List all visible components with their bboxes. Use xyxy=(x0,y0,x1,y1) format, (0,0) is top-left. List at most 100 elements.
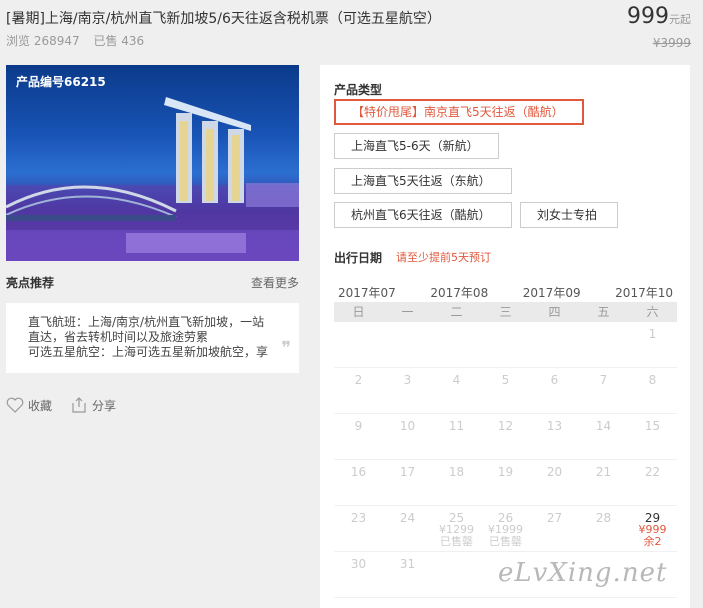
favorite-button[interactable]: 收藏 xyxy=(6,396,52,414)
marina-bay-illustration xyxy=(6,97,299,261)
calendar-day: 22 xyxy=(628,460,677,506)
favorite-label: 收藏 xyxy=(28,398,53,413)
heart-icon xyxy=(6,397,24,413)
option-hangzhou-6day[interactable]: 杭州直飞6天往返（酷航） xyxy=(334,202,512,228)
action-bar: 收藏 分享 xyxy=(6,396,116,414)
recommend-box: 直飞航班：上海/南京/杭州直飞新加坡，一站 直达，省去转机时间以及旅途劳累 可选… xyxy=(6,303,299,373)
day-number: 20 xyxy=(546,465,563,479)
option-nanjing-5day[interactable]: 【特价甩尾】南京直飞5天往返（酷航） xyxy=(334,99,584,125)
calendar-day: 8 xyxy=(628,368,677,414)
calendar-day xyxy=(530,322,579,368)
day-number: 11 xyxy=(448,419,465,433)
day-number: 16 xyxy=(350,465,367,479)
calendar-day: 6 xyxy=(530,368,579,414)
calendar-day: 28 xyxy=(579,506,628,552)
sold-count: 已售 436 xyxy=(93,34,145,48)
product-image: 产品编号66215 xyxy=(6,65,299,261)
day-number: 17 xyxy=(399,465,416,479)
weekday: 四 xyxy=(548,305,561,319)
day-number: 23 xyxy=(350,511,367,525)
recommend-line: 直飞航班：上海/南京/杭州直飞新加坡，一站 xyxy=(28,315,265,329)
product-stats: 浏览 268947 已售 436 xyxy=(6,32,154,49)
calendar-day: 30 xyxy=(334,552,383,598)
day-number: 19 xyxy=(497,465,514,479)
calendar-day: 14 xyxy=(579,414,628,460)
day-number: 21 xyxy=(595,465,612,479)
weekday: 二 xyxy=(450,305,463,319)
day-number: 6 xyxy=(550,373,559,387)
view-more-link[interactable]: 查看更多 xyxy=(251,274,299,291)
option-shanghai-5-6day[interactable]: 上海直飞5-6天（新航） xyxy=(334,133,499,159)
calendar-day: 27 xyxy=(530,506,579,552)
weekday: 五 xyxy=(597,305,610,319)
view-count: 浏览 268947 xyxy=(6,34,80,48)
calendar-day: 31 xyxy=(383,552,432,598)
share-label: 分享 xyxy=(92,398,117,413)
day-number: 24 xyxy=(399,511,416,525)
current-price: 999 xyxy=(627,4,669,29)
day-number: 9 xyxy=(354,419,363,433)
day-number: 12 xyxy=(497,419,514,433)
day-number: 3 xyxy=(403,373,412,387)
calendar-day: 3 xyxy=(383,368,432,414)
quote-icon: ❞ xyxy=(281,338,291,359)
calendar-day: 5 xyxy=(481,368,530,414)
option-shanghai-5day[interactable]: 上海直飞5天往返（东航） xyxy=(334,168,512,194)
calendar-day: 21 xyxy=(579,460,628,506)
calendar-day xyxy=(383,322,432,368)
recommend-header: 亮点推荐 查看更多 xyxy=(6,274,299,291)
option-liu-custom[interactable]: 刘女士专拍 xyxy=(520,202,618,228)
recommend-title: 亮点推荐 xyxy=(6,276,55,290)
calendar-day xyxy=(481,322,530,368)
calendar-day: 1 xyxy=(628,322,677,368)
calendar-day: 11 xyxy=(432,414,481,460)
day-number: 2 xyxy=(354,373,363,387)
calendar-day: 4 xyxy=(432,368,481,414)
month-tabs: 2017年07 2017年08 2017年09 2017年10 xyxy=(334,284,677,301)
calendar-day: 20 xyxy=(530,460,579,506)
watermark: eLvXing.net xyxy=(498,558,668,588)
day-number: 18 xyxy=(448,465,465,479)
day-number: 5 xyxy=(501,373,510,387)
booking-panel: 产品类型 【特价甩尾】南京直飞5天往返（酷航） 上海直飞5-6天（新航） 上海直… xyxy=(320,65,690,608)
month-tab[interactable]: 2017年08 xyxy=(426,284,492,301)
calendar-day: 17 xyxy=(383,460,432,506)
calendar-day: 19 xyxy=(481,460,530,506)
share-button[interactable]: 分享 xyxy=(70,396,116,414)
weekday: 一 xyxy=(401,305,414,319)
day-number: 27 xyxy=(546,511,563,525)
calendar-day xyxy=(579,322,628,368)
calendar-day: 9 xyxy=(334,414,383,460)
day-number: 10 xyxy=(399,419,416,433)
original-price: ¥3999 xyxy=(652,36,691,50)
day-number: 28 xyxy=(595,511,612,525)
calendar-day[interactable]: 29 ¥999 余2 xyxy=(628,506,677,552)
month-tab[interactable]: 2017年07 xyxy=(334,284,400,301)
share-icon xyxy=(72,397,86,413)
date-note: 请至少提前5天预订 xyxy=(396,251,491,264)
calendar-day: 13 xyxy=(530,414,579,460)
calendar-day xyxy=(432,552,481,598)
calendar-day: 16 xyxy=(334,460,383,506)
month-tab[interactable]: 2017年09 xyxy=(519,284,585,301)
price-unit: 元起 xyxy=(669,13,691,26)
calendar-day: 15 xyxy=(628,414,677,460)
day-number: 30 xyxy=(350,557,367,571)
day-number: 14 xyxy=(595,419,612,433)
day-number: 1 xyxy=(648,327,657,341)
product-title: [暑期]上海/南京/杭州直飞新加坡5/6天往返含税机票（可选五星航空） xyxy=(6,11,441,27)
day-number: 7 xyxy=(599,373,608,387)
calendar-day xyxy=(432,322,481,368)
day-number: 4 xyxy=(452,373,461,387)
calendar-day: 10 xyxy=(383,414,432,460)
calendar-day: 25 ¥1299 已售罄 xyxy=(432,506,481,552)
day-stock: 已售罄 xyxy=(489,535,522,548)
calendar-day: 7 xyxy=(579,368,628,414)
calendar-day: 2 xyxy=(334,368,383,414)
calendar-grid: 1 2 3 4 5 6 7 8 9 10 11 12 13 14 15 16 17 18 19 20 21 22 23 24 2… xyxy=(334,322,677,598)
month-tab[interactable]: 2017年10 xyxy=(611,284,677,301)
weekday: 六 xyxy=(646,305,659,319)
product-number: 产品编号66215 xyxy=(16,75,106,89)
date-label: 出行日期 xyxy=(334,251,383,265)
calendar-day xyxy=(334,322,383,368)
